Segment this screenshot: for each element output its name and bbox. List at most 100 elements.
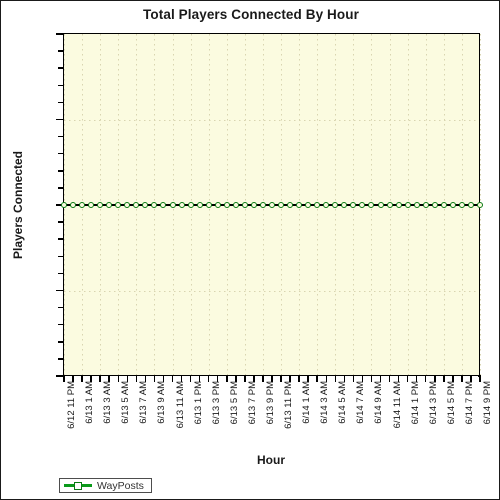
y-axis-minor-tick <box>58 135 64 138</box>
y-axis-title-label: Players Connected <box>11 150 26 260</box>
data-point-marker <box>458 202 465 208</box>
x-axis-tick-label: 6/14 9 AM <box>373 381 385 424</box>
data-point-marker <box>223 202 230 208</box>
data-point-marker <box>187 202 194 208</box>
legend-label-waypoints: WayPosts <box>97 479 144 492</box>
y-axis-minor-tick <box>58 101 64 104</box>
y-axis-minor-tick <box>58 50 64 52</box>
data-point-marker <box>477 202 483 208</box>
data-point-marker <box>395 202 402 208</box>
x-axis-tick-label: 6/14 11 AM <box>391 381 403 429</box>
x-axis-tick-label: 6/14 3 AM <box>319 381 331 424</box>
data-point-marker <box>431 202 438 208</box>
x-axis-tick-label: 6/14 7 AM <box>355 381 367 424</box>
data-point-marker <box>151 202 158 208</box>
data-point-marker <box>404 202 411 208</box>
data-point-marker <box>359 202 366 208</box>
data-point-marker <box>323 202 330 208</box>
data-point-marker <box>124 202 131 208</box>
data-point-marker <box>106 202 113 208</box>
y-axis-minor-tick <box>58 84 64 87</box>
x-axis-tick-label: 6/13 11 AM <box>174 381 186 429</box>
plot-area <box>56 33 483 382</box>
y-axis-minor-tick <box>58 187 64 189</box>
x-axis-tick-label: 6/14 5 AM <box>337 381 349 424</box>
data-point-marker <box>368 202 375 208</box>
data-point-marker <box>377 202 384 208</box>
data-point-marker <box>467 202 474 208</box>
x-axis-tick-label: 6/13 5 PM <box>228 381 240 425</box>
gridline-horizontal <box>64 290 479 292</box>
x-axis-tick-label: 6/12 11 PM <box>66 381 77 429</box>
x-axis-tick-label: 6/13 5 AM <box>120 381 132 424</box>
data-point-marker <box>61 202 67 208</box>
data-point-marker <box>314 202 321 208</box>
x-axis-tick-label: 6/13 9 AM <box>156 381 168 424</box>
y-axis-minor-tick <box>58 323 64 326</box>
data-point-marker <box>413 202 420 208</box>
data-point-marker <box>142 202 149 208</box>
x-axis-tick-label: 6/13 7 AM <box>138 381 150 424</box>
y-axis-minor-tick <box>58 238 64 240</box>
y-axis-minor-tick <box>58 341 64 343</box>
legend-marker <box>74 481 82 490</box>
x-axis-tick-label: 6/14 1 AM <box>301 381 313 424</box>
data-point-marker <box>341 202 348 208</box>
x-axis-tick <box>479 375 481 382</box>
y-axis-minor-tick <box>58 255 64 258</box>
x-axis-tick-label: 6/14 3 PM <box>427 381 439 425</box>
y-axis-minor-tick <box>58 152 64 155</box>
data-point-marker <box>169 202 176 208</box>
y-axis-minor-tick <box>58 67 64 69</box>
data-point-marker <box>287 202 294 208</box>
data-point-marker <box>305 202 312 208</box>
x-axis-tick-label: 6/13 11 PM <box>283 381 295 429</box>
data-point-marker <box>241 202 248 208</box>
x-axis-tick-label: 6/13 3 PM <box>210 381 222 425</box>
data-point-marker <box>278 202 285 208</box>
data-point-marker <box>422 202 429 208</box>
x-axis-tick-label: 6/14 5 PM <box>445 381 457 425</box>
data-point-marker <box>115 202 122 208</box>
x-axis-tick-label: 6/13 1 AM <box>84 381 96 424</box>
data-point-marker <box>332 202 339 208</box>
y-axis-minor-tick <box>58 272 64 275</box>
x-axis-tick-labels: 6/12 11 PM 6/13 1 AM 6/13 3 AM 6/13 5 AM 6/1… <box>63 381 493 447</box>
data-point-marker <box>440 202 447 208</box>
x-axis-tick-label: 6/14 9 PM <box>482 381 493 425</box>
data-point-marker <box>196 202 203 208</box>
chart-container: Total Players Connected By Hour Players … <box>0 0 500 500</box>
data-point-marker <box>350 202 357 208</box>
x-axis-tick-label: 6/13 1 PM <box>192 381 204 425</box>
y-axis-minor-tick <box>58 306 64 309</box>
y-axis-title: Players Connected <box>9 34 27 376</box>
data-point-marker <box>449 202 456 208</box>
data-point-marker <box>88 202 95 208</box>
data-point-marker <box>386 202 393 208</box>
y-axis-minor-tick <box>58 170 64 172</box>
x-axis-tick-label: 6/13 3 AM <box>102 381 114 424</box>
data-point-marker <box>269 202 275 208</box>
data-point-marker <box>205 202 212 208</box>
y-axis-tick <box>56 118 64 121</box>
x-axis-tick-label: 6/14 7 PM <box>463 381 475 425</box>
data-point-marker <box>133 202 140 208</box>
data-point-marker <box>178 202 185 208</box>
x-axis-tick-label: 6/14 1 PM <box>409 381 421 425</box>
gridline-horizontal <box>64 119 479 121</box>
data-point-marker <box>160 202 167 208</box>
chart-legend[interactable]: WayPosts <box>59 478 152 493</box>
y-axis-tick <box>56 33 64 35</box>
data-point-marker <box>79 202 86 208</box>
x-axis-tick-label: 6/13 7 PM <box>246 381 258 425</box>
y-axis-tick <box>56 289 64 292</box>
legend-swatch-waypoints <box>64 481 92 490</box>
data-point-marker <box>214 202 221 208</box>
chart-title: Total Players Connected By Hour <box>143 7 359 22</box>
y-axis-minor-tick <box>58 358 64 360</box>
data-point-marker <box>259 202 266 208</box>
data-point-marker <box>97 202 104 208</box>
data-point-marker <box>232 202 239 208</box>
data-point-marker <box>250 202 257 208</box>
data-point-marker <box>70 202 77 208</box>
